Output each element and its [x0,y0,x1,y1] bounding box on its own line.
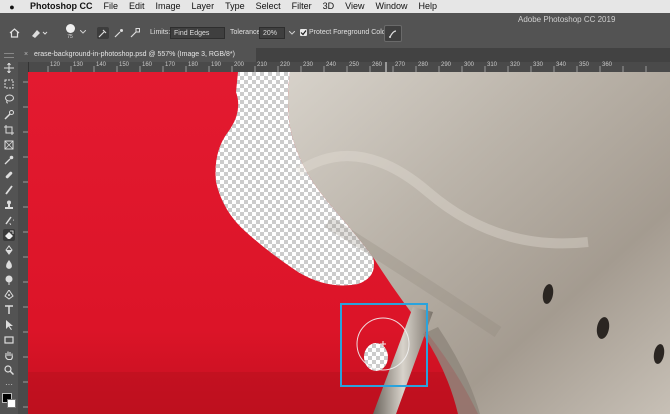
canvas-image [28,72,670,414]
protect-foreground-label: Protect Foreground Color [309,29,388,36]
path-select-tool-icon[interactable] [3,319,15,331]
vertical-ruler-ticks [23,81,28,408]
background-color-swatch[interactable] [7,399,16,408]
ruler-label: 330 [533,62,544,68]
sampling-continuous-icon[interactable] [97,27,109,39]
ruler-label: 320 [510,62,521,68]
ruler-label: 150 [119,62,130,68]
document-tab-bar: × erase-background-in-photoshop.psd @ 55… [18,48,670,62]
limits-value: Find Edges [174,30,210,37]
ruler-label: 170 [165,62,176,68]
blur-tool-icon[interactable] [3,259,15,271]
menu-bar: ● Photoshop CC File Edit Image Layer Typ… [0,0,670,13]
ruler-label: 190 [211,62,222,68]
brush-tip-icon [65,24,75,33]
panel-grip-icon[interactable] [4,53,14,58]
gradient-tool-icon[interactable] [3,244,15,256]
menu-help[interactable]: Help [418,0,437,13]
ruler-label: 260 [372,62,383,68]
brush-size-picker[interactable]: 75 [62,21,78,43]
ruler-label: 220 [280,62,291,68]
ruler-label: 250 [349,62,360,68]
ruler-label: 300 [464,62,475,68]
lasso-tool-icon[interactable] [3,93,15,105]
document-tab[interactable]: × erase-background-in-photoshop.psd @ 55… [18,48,256,62]
ruler-label: 290 [441,62,452,68]
tolerance-input[interactable]: 20% [259,27,285,39]
menu-select[interactable]: Select [256,0,281,13]
menu-3d[interactable]: 3D [323,0,335,13]
move-tool-icon[interactable] [3,62,15,74]
pen-tool-icon[interactable] [3,289,15,301]
menu-image[interactable]: Image [156,0,181,13]
ruler-label: 350 [579,62,590,68]
menu-layer[interactable]: Layer [192,0,215,13]
ruler-label: 140 [96,62,107,68]
ruler-label: 340 [556,62,567,68]
healing-brush-tool-icon[interactable] [3,169,15,181]
limits-label: Limits: [150,29,171,36]
history-brush-tool-icon[interactable] [3,214,15,226]
frame-tool-icon[interactable] [3,139,15,151]
app-menu[interactable]: Photoshop CC [30,0,93,13]
close-tab-icon[interactable]: × [24,51,28,58]
ruler-label: 280 [418,62,429,68]
ruler-label: 230 [303,62,314,68]
crop-tool-icon[interactable] [3,124,15,136]
brush-size-value: 75 [67,34,73,40]
apple-icon[interactable]: ● [6,2,18,12]
tool-preset-icon[interactable] [30,26,48,40]
zoom-tool-icon[interactable] [3,364,15,376]
ruler-label: 120 [50,62,61,68]
ruler-label: 270 [395,62,406,68]
tolerance-label: Tolerance: [230,29,263,36]
document-title: erase-background-in-photoshop.psd @ 557%… [34,51,235,58]
ruler-label: 210 [257,62,268,68]
menu-file[interactable]: File [104,0,119,13]
ruler-label: 160 [142,62,153,68]
ruler-label: 200 [234,62,245,68]
more-tools-icon[interactable]: ··· [3,379,15,391]
ruler-label: 360 [602,62,613,68]
ruler-label: 130 [73,62,84,68]
chevron-down-icon[interactable] [80,28,86,36]
ruler-label: 240 [326,62,337,68]
limits-select[interactable]: Find Edges [170,27,225,39]
menu-edit[interactable]: Edit [129,0,145,13]
options-bar: Adobe Photoshop CC 2019 75 Limits: Find … [0,13,670,48]
document-canvas[interactable] [28,72,670,414]
brush-tool-icon[interactable] [3,184,15,196]
menu-type[interactable]: Type [225,0,245,13]
tools-panel: ··· [0,48,19,414]
menu-filter[interactable]: Filter [292,0,312,13]
ruler-label: 180 [188,62,199,68]
home-icon[interactable] [8,27,20,39]
menu-window[interactable]: Window [375,0,407,13]
tolerance-chevron-icon[interactable] [289,29,295,37]
background-eraser-tool-icon[interactable] [3,229,15,241]
eyedropper-tool-icon[interactable] [3,154,15,166]
sampling-once-icon[interactable] [113,27,125,39]
rectangle-tool-icon[interactable] [3,334,15,346]
hand-tool-icon[interactable] [3,349,15,361]
clone-stamp-tool-icon[interactable] [3,199,15,211]
app-title: Adobe Photoshop CC 2019 [518,15,616,24]
quick-select-tool-icon[interactable] [3,109,15,121]
ruler-label: 310 [487,62,498,68]
tolerance-value: 20% [263,30,278,37]
marquee-tool-icon[interactable] [3,78,15,90]
menu-view[interactable]: View [345,0,364,13]
sampling-background-swatch-icon[interactable] [129,27,141,39]
brush-pressure-icon[interactable] [384,25,402,42]
protect-foreground-checkbox[interactable] [300,29,307,36]
dodge-tool-icon[interactable] [3,274,15,286]
type-tool-icon[interactable] [3,304,15,316]
